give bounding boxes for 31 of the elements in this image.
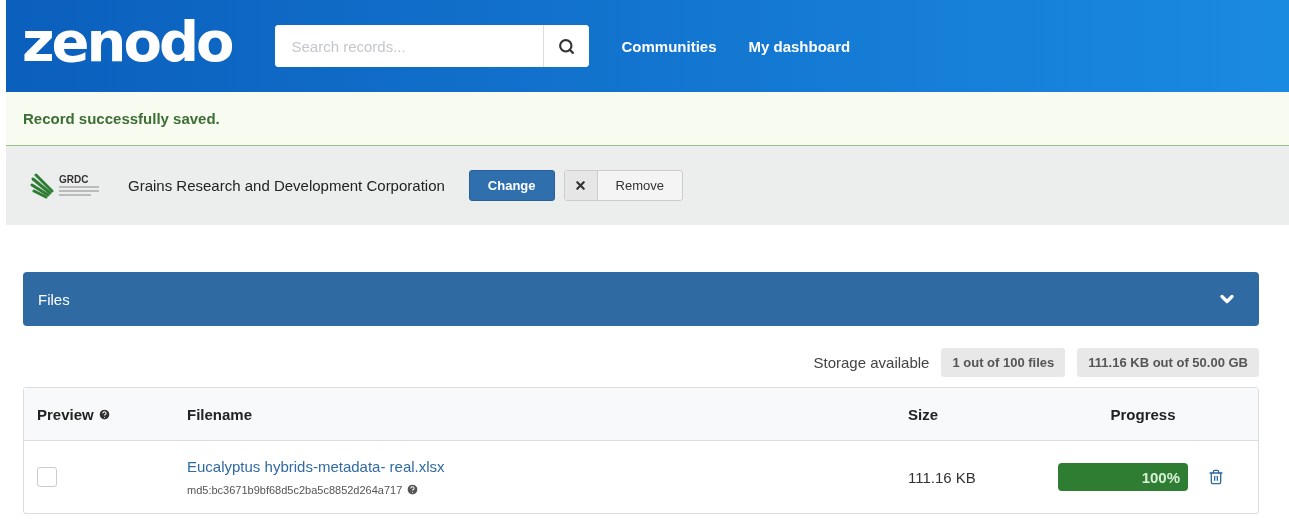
file-size: 111.16 KB xyxy=(908,468,977,486)
files-panel-header[interactable]: Files xyxy=(23,272,1259,326)
column-header: Progress xyxy=(1109,405,1177,423)
community-name: Grains Research and Development Corporation xyxy=(128,177,445,194)
storage-badge: 1 out of 100 files xyxy=(941,348,1066,377)
storage-badge: 111.16 KB out of 50.00 GB xyxy=(1077,348,1259,377)
logo-lines-drawing xyxy=(59,185,99,197)
preview-checkbox[interactable] xyxy=(37,467,57,487)
search-field[interactable]: Search records... xyxy=(275,25,590,67)
change-button[interactable]: Change xyxy=(468,170,555,201)
help-icon xyxy=(97,407,111,421)
success-alert: Record successfully saved. xyxy=(6,92,1289,146)
leaf-icon xyxy=(30,172,56,199)
help-icon xyxy=(406,483,420,496)
delete-icon[interactable] xyxy=(1208,469,1224,485)
column-header: Filename xyxy=(187,405,254,423)
storage-label: Storage available xyxy=(813,354,930,371)
progress-text: 100% xyxy=(1141,468,1181,486)
column-header: Size xyxy=(908,405,939,423)
search-icon xyxy=(558,37,576,55)
nav-link[interactable]: My dashboard xyxy=(748,37,851,55)
filename-link[interactable]: Eucalyptus hybrids-metadata- real.xlsx xyxy=(187,458,908,475)
zenodo-logo[interactable]: zenodo xyxy=(22,14,232,70)
close-icon xyxy=(574,179,587,192)
search-button[interactable] xyxy=(543,25,590,67)
nav-link[interactable]: Communities xyxy=(621,37,717,55)
remove-button[interactable]: Remove xyxy=(563,170,683,201)
checksum-text: md5:bc3671b9bf68d5c2ba5c8852d264a717 xyxy=(187,483,403,496)
logo-text: GRDC xyxy=(59,174,90,185)
panel-title: Files xyxy=(38,290,70,308)
column-header: Preview xyxy=(37,405,187,423)
